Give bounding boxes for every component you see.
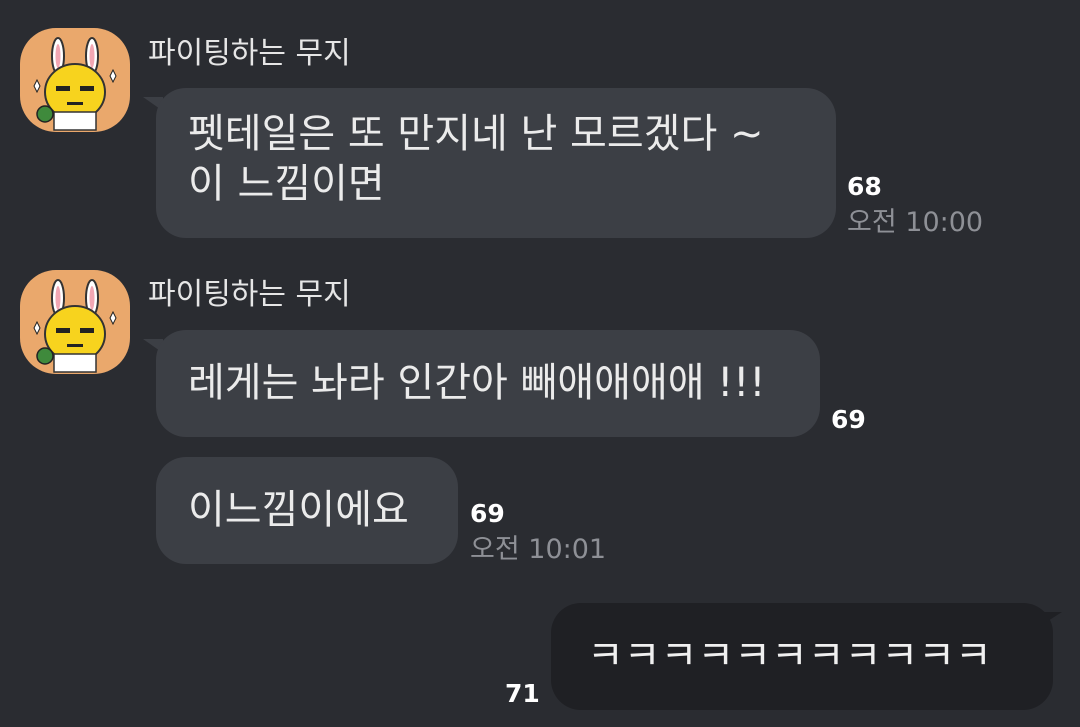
message-time: 오전 10:01 xyxy=(470,534,607,565)
message-text-line: 펫테일은 또 만지네 난 모르겠다 ~ xyxy=(188,111,764,157)
my-message-bubble[interactable]: ㅋㅋㅋㅋㅋㅋㅋㅋㅋㅋㅋ xyxy=(551,603,1053,710)
message-text-line: 이 느낌이면 xyxy=(188,161,385,207)
message-bubble[interactable]: 펫테일은 또 만지네 난 모르겠다 ~ 이 느낌이면 xyxy=(156,88,836,238)
unread-count: 68 xyxy=(847,172,882,201)
avatar[interactable] xyxy=(20,270,130,374)
message-text: 이느낌이에요 xyxy=(188,487,409,533)
sender-name: 파이팅하는 무지 xyxy=(148,277,351,312)
message-bubble[interactable]: 이느낌이에요 xyxy=(156,457,458,564)
avatar[interactable] xyxy=(20,28,130,132)
unread-count: 69 xyxy=(470,499,505,528)
bubble-tail xyxy=(1040,612,1062,626)
muzi-character-icon xyxy=(33,279,117,373)
unread-count: 69 xyxy=(831,405,866,434)
sender-name: 파이팅하는 무지 xyxy=(148,36,351,71)
message-time: 오전 10:00 xyxy=(847,207,984,238)
message-text: 레게는 놔라 인간아 빼애애애애 !!! xyxy=(188,360,766,406)
unread-count: 71 xyxy=(505,679,540,708)
message-text: ㅋㅋㅋㅋㅋㅋㅋㅋㅋㅋㅋ xyxy=(587,633,992,679)
message-bubble[interactable]: 레게는 놔라 인간아 빼애애애애 !!! xyxy=(156,330,820,437)
muzi-character-icon xyxy=(33,37,117,131)
